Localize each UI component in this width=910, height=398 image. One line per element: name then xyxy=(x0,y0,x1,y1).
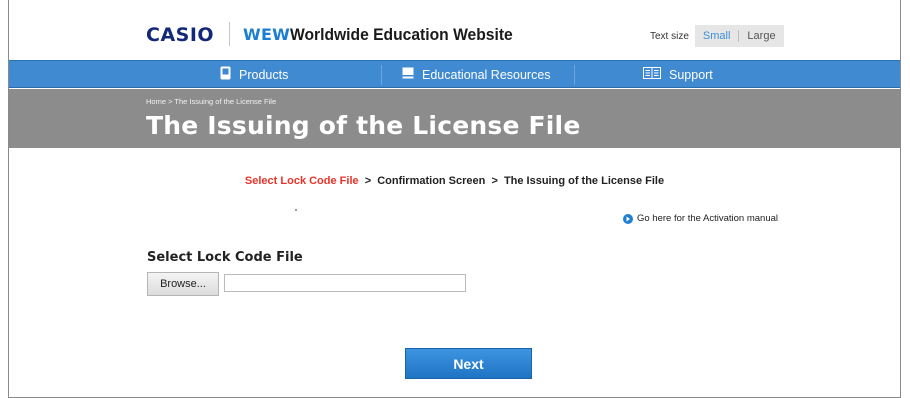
step-select-lock-code: Select Lock Code File xyxy=(244,175,359,187)
casio-logo[interactable]: CASIO xyxy=(146,24,214,46)
nav-item-label: Support xyxy=(669,67,713,82)
manual-icon xyxy=(643,67,661,82)
activation-manual-label: Go here for the Activation manual xyxy=(637,213,778,224)
text-size-large-button[interactable]: Large xyxy=(739,30,775,42)
step-separator: > xyxy=(491,175,498,187)
breadcrumb[interactable]: Home > The Issuing of the License File xyxy=(146,97,276,106)
main-nav: Products Educational Resources Support xyxy=(9,60,900,88)
decorative-dot xyxy=(295,209,297,211)
page-frame: CASIO WEW Worldwide Education Website Te… xyxy=(8,0,901,398)
book-icon xyxy=(402,67,414,82)
nav-item-products[interactable]: Products xyxy=(220,61,288,88)
device-icon xyxy=(220,66,231,83)
site-title[interactable]: Worldwide Education Website xyxy=(290,25,513,45)
arrow-right-icon xyxy=(623,213,633,224)
text-size-small-button[interactable]: Small xyxy=(703,30,740,42)
nav-divider xyxy=(381,65,382,85)
step-separator: > xyxy=(364,175,372,187)
step-indicator: Select Lock Code File > Confirmation Scr… xyxy=(9,175,900,187)
file-path-input[interactable] xyxy=(224,274,466,292)
nav-item-label: Educational Resources xyxy=(422,67,551,82)
browse-button[interactable]: Browse... xyxy=(147,272,219,296)
step-confirmation: Confirmation Screen xyxy=(377,175,486,187)
wew-logo[interactable]: WEW xyxy=(243,25,290,44)
nav-item-label: Products xyxy=(239,67,289,82)
logo-divider xyxy=(229,22,230,46)
site-header: CASIO WEW Worldwide Education Website Te… xyxy=(9,0,900,60)
page-title: The Issuing of the License File xyxy=(146,111,581,140)
text-size-control: Text size Small Large xyxy=(650,25,784,47)
text-size-options: Small Large xyxy=(694,25,784,47)
nav-divider xyxy=(574,65,575,85)
text-size-label: Text size xyxy=(650,30,689,42)
section-title: Select Lock Code File xyxy=(147,250,303,265)
nav-item-educational-resources[interactable]: Educational Resources xyxy=(402,61,551,88)
activation-manual-link[interactable]: Go here for the Activation manual xyxy=(623,213,778,224)
nav-item-support[interactable]: Support xyxy=(643,61,713,88)
title-band: Home > The Issuing of the License File T… xyxy=(9,89,900,148)
step-issuing-license: The Issuing of the License File xyxy=(503,175,665,187)
next-button[interactable]: Next xyxy=(405,348,532,379)
